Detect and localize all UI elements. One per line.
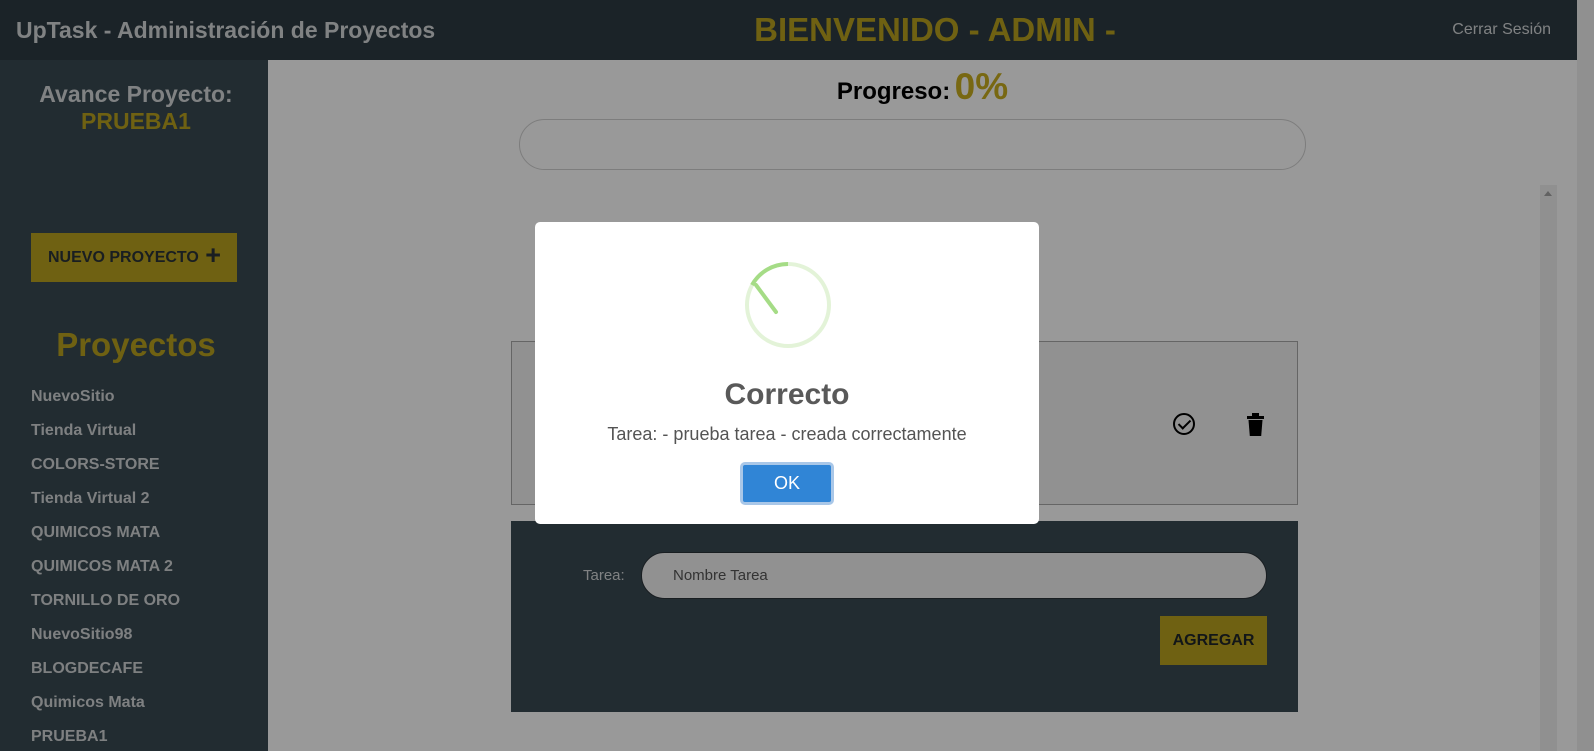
modal-overlay: Correcto Tarea: - prueba tarea - creada … bbox=[0, 0, 1594, 751]
ok-button[interactable]: OK bbox=[740, 462, 834, 505]
success-dialog: Correcto Tarea: - prueba tarea - creada … bbox=[535, 222, 1039, 524]
dialog-title: Correcto bbox=[724, 378, 850, 411]
success-icon bbox=[745, 261, 831, 348]
dialog-message: Tarea: - prueba tarea - creada correctam… bbox=[607, 424, 967, 444]
